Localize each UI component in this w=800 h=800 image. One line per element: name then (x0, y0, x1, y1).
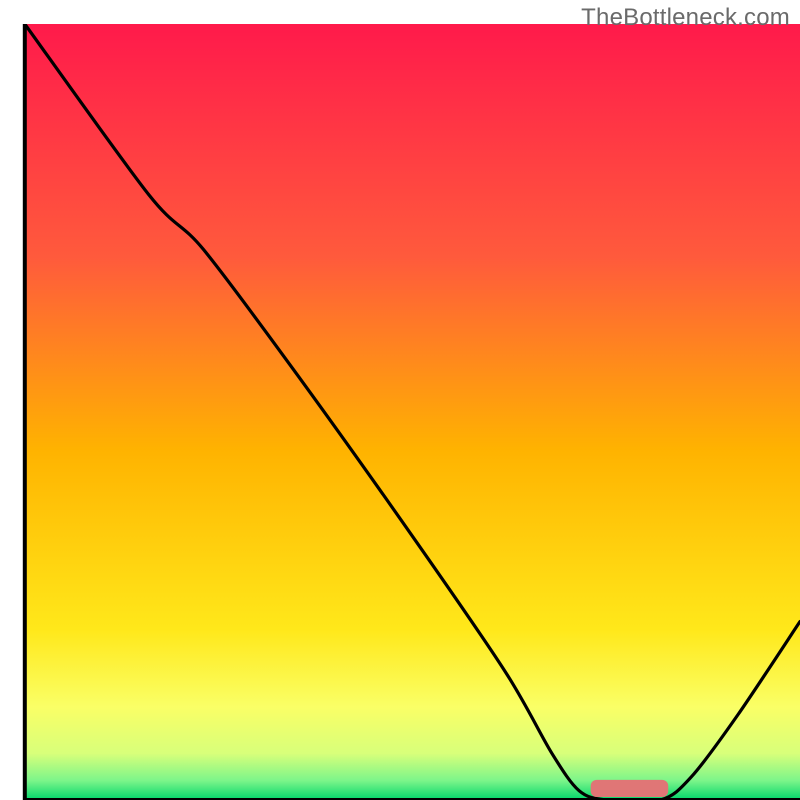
chart-background (25, 24, 800, 800)
optimal-range-marker (591, 780, 669, 797)
watermark-text: TheBottleneck.com (581, 4, 790, 32)
chart-stage: TheBottleneck.com (0, 0, 800, 800)
chart-svg (0, 0, 800, 800)
